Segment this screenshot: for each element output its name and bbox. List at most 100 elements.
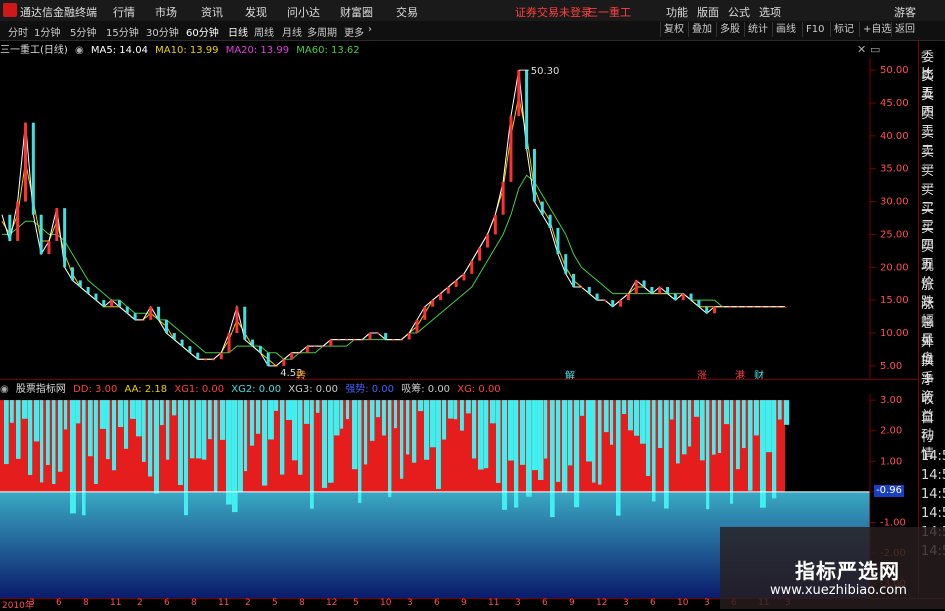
candle bbox=[423, 306, 427, 320]
candle bbox=[509, 116, 513, 182]
menu-gongneng[interactable]: 功能 bbox=[666, 4, 688, 20]
menu-banmian[interactable]: 版面 bbox=[697, 4, 719, 20]
time-axis-label: 5 bbox=[353, 598, 359, 608]
tool-tongji[interactable]: 统计 bbox=[744, 22, 771, 37]
period-multi[interactable]: 多周期 bbox=[307, 24, 337, 39]
candle bbox=[23, 122, 27, 202]
indicator-tick-label: 1.00 bbox=[880, 456, 902, 467]
indicator-spike bbox=[388, 400, 392, 498]
indicator-spike bbox=[640, 400, 646, 444]
indicator-spike bbox=[424, 400, 430, 460]
tool-f10[interactable]: F10 bbox=[802, 22, 827, 37]
quote-panel: 委比 卖五 卖四 卖三 卖二 卖一 买一 买二 买三 买四 买五 现价 涨跌 涨幅 总量 外盘 换手 净资 收益 自动… bbox=[918, 41, 945, 601]
indicator-spike bbox=[40, 400, 44, 483]
indicator-spike bbox=[340, 400, 344, 429]
chevron-right-icon[interactable]: › bbox=[368, 24, 372, 35]
tool-fanhui[interactable]: 返回 bbox=[891, 22, 918, 37]
period-more[interactable]: 更多 bbox=[344, 24, 364, 39]
login-notice[interactable]: 证券交易未登录 bbox=[515, 4, 592, 20]
candle bbox=[438, 293, 442, 301]
time-axis-label: 10 bbox=[380, 598, 392, 608]
settings-icon[interactable]: ◉ bbox=[75, 45, 84, 56]
candle bbox=[133, 313, 137, 320]
period-30min[interactable]: 30分钟 bbox=[146, 24, 179, 39]
indicator-spike bbox=[496, 400, 501, 483]
price-tick-label: 30.00 bbox=[880, 197, 909, 208]
period-15min[interactable]: 15分钟 bbox=[106, 24, 139, 39]
indicator-spike bbox=[682, 400, 687, 455]
time-axis-label: 2 bbox=[245, 598, 251, 608]
indicator-spike bbox=[718, 400, 722, 454]
close-icon[interactable]: ✕ bbox=[857, 43, 866, 56]
candle bbox=[760, 306, 764, 308]
indicator-spike bbox=[418, 400, 424, 412]
candle bbox=[587, 287, 591, 294]
menu-hangqing[interactable]: 行情 bbox=[113, 4, 135, 20]
indicator-spike bbox=[742, 400, 746, 449]
candle bbox=[172, 333, 176, 340]
indicator-spike bbox=[508, 400, 514, 461]
time-axis-label: 3 bbox=[623, 598, 629, 608]
indicator-spike bbox=[556, 400, 561, 482]
indicator-spike bbox=[112, 400, 116, 471]
indicator-spike bbox=[214, 400, 218, 492]
menu-shichang[interactable]: 市场 bbox=[155, 4, 177, 20]
price-tick-label: 50.00 bbox=[880, 65, 909, 76]
indicator-spike bbox=[478, 400, 484, 470]
price-tick-label: 40.00 bbox=[880, 131, 909, 142]
menu-caifuquan[interactable]: 财富圈 bbox=[340, 4, 373, 20]
guest-button[interactable]: 游客 bbox=[894, 4, 916, 20]
indicator-spike bbox=[322, 400, 328, 488]
candle bbox=[728, 306, 732, 308]
indicator-spike bbox=[220, 400, 226, 440]
indicator-spike bbox=[628, 400, 633, 431]
indicator-spike bbox=[130, 400, 136, 419]
tool-zixuan[interactable]: +自选 bbox=[859, 22, 894, 37]
time-axis-label: 10 bbox=[677, 598, 689, 608]
candle bbox=[579, 287, 583, 288]
candle bbox=[642, 280, 646, 287]
tool-fuquan[interactable]: 复权 bbox=[660, 22, 687, 37]
indicator-spike bbox=[166, 400, 170, 460]
indicator-spike bbox=[94, 400, 98, 485]
menu-gongshi[interactable]: 公式 bbox=[728, 4, 750, 20]
candle bbox=[462, 273, 466, 281]
menu-wenxiaoda[interactable]: 问小达 bbox=[287, 4, 320, 20]
indicator-spike bbox=[58, 400, 63, 472]
time-axis-label: 11 bbox=[218, 598, 230, 608]
tool-duogu[interactable]: 多股 bbox=[716, 22, 743, 37]
menu-jiaoyi[interactable]: 交易 bbox=[396, 4, 418, 20]
quote-panel-item: 14:5 bbox=[921, 449, 945, 464]
expand-icon[interactable]: ▭ bbox=[870, 43, 880, 56]
indicator-spike bbox=[736, 400, 740, 470]
candle bbox=[94, 293, 98, 301]
indicator-spike bbox=[232, 400, 238, 513]
menu-zixun[interactable]: 资讯 bbox=[201, 4, 223, 20]
tool-huaxian[interactable]: 画线 bbox=[772, 22, 799, 37]
period-5min[interactable]: 5分钟 bbox=[70, 24, 96, 39]
indicator-spike bbox=[598, 400, 602, 485]
tool-diejia[interactable]: 叠加 bbox=[688, 22, 715, 37]
candle bbox=[110, 300, 114, 307]
menu-faxian[interactable]: 发现 bbox=[245, 4, 267, 20]
candle bbox=[290, 352, 294, 360]
tool-biaoji[interactable]: 标记 bbox=[830, 22, 857, 37]
period-month[interactable]: 月线 bbox=[282, 24, 302, 39]
period-day[interactable]: 日线 bbox=[228, 24, 248, 39]
indicator-spike bbox=[412, 400, 417, 463]
indicator-spike bbox=[544, 400, 548, 459]
period-1min[interactable]: 1分钟 bbox=[34, 24, 60, 39]
ma-legend: 三一重工(日线) ◉ MA5: 14.04 MA10: 13.99 MA20: … bbox=[0, 41, 364, 57]
time-axis-label: 6 bbox=[164, 598, 170, 608]
indicator-spike bbox=[202, 400, 207, 460]
period-60min[interactable]: 60分钟 bbox=[186, 24, 219, 39]
period-fenshi[interactable]: 分时 bbox=[8, 24, 28, 39]
menu-xuanxiang[interactable]: 选项 bbox=[759, 4, 781, 20]
indicator-spike bbox=[148, 400, 153, 477]
indicator-spike bbox=[292, 400, 298, 461]
period-week[interactable]: 周线 bbox=[254, 24, 274, 39]
indicator-spike bbox=[568, 400, 573, 466]
candle bbox=[501, 181, 505, 215]
candle bbox=[337, 339, 341, 341]
indicator-legend: ◉ 股票指标网 DD: 3.00 AA: 2.18 XG1: 0.00 XG2:… bbox=[0, 380, 505, 395]
